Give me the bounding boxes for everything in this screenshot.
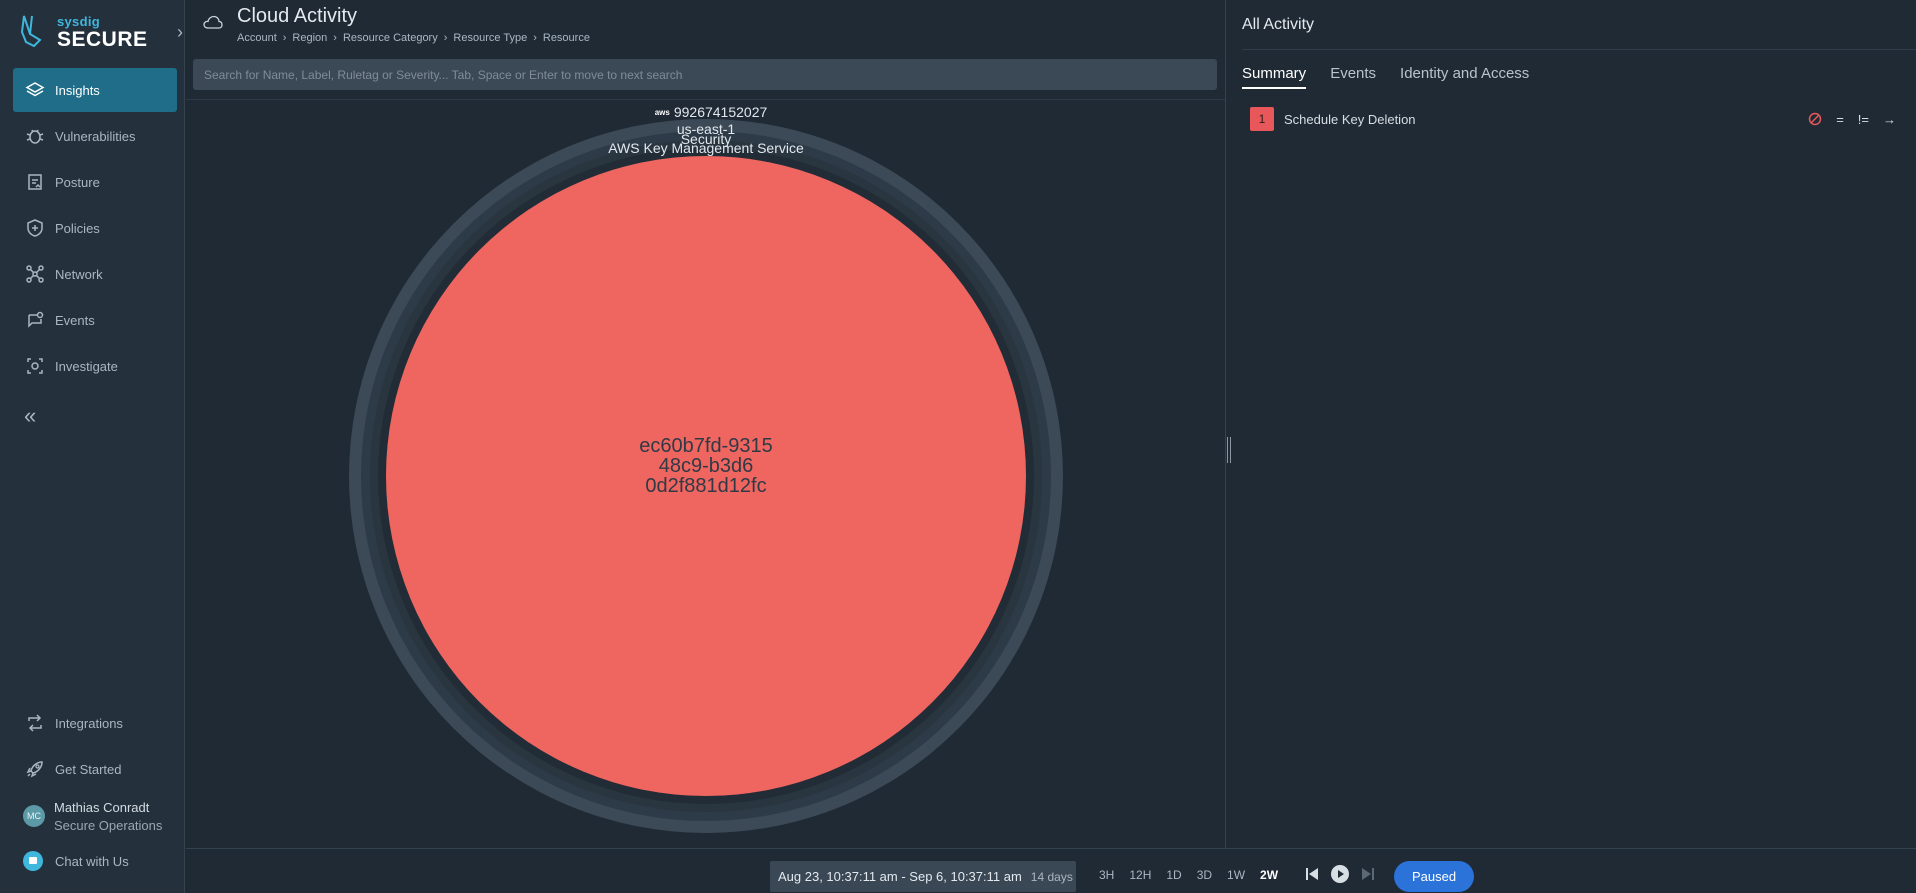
- sidebar-item-label: Posture: [55, 174, 100, 190]
- breadcrumb-account[interactable]: Account: [237, 32, 277, 44]
- sidebar-item-label: Events: [55, 312, 95, 328]
- list-item[interactable]: 1 Schedule Key Deletion = != →: [1250, 107, 1896, 131]
- bug-icon: [26, 129, 44, 144]
- skip-back-icon[interactable]: [1303, 865, 1321, 883]
- activity-panel: All Activity Summary Events Identity and…: [1226, 0, 1916, 848]
- panel-title: All Activity: [1242, 16, 1315, 33]
- account-id: 992674152027: [673, 104, 768, 120]
- sidebar-item-label: Insights: [55, 82, 100, 98]
- search-input[interactable]: [193, 59, 1217, 90]
- preset-1w[interactable]: 1W: [1227, 868, 1245, 882]
- layers-icon: [25, 82, 45, 97]
- network-icon: [26, 265, 44, 283]
- preset-3h[interactable]: 3H: [1099, 868, 1114, 882]
- filter-not-equals-button[interactable]: !=: [1858, 112, 1869, 127]
- arrow-right-icon[interactable]: →: [1883, 112, 1896, 127]
- rocket-icon: [26, 761, 43, 778]
- time-presets: 3H 12H 1D 3D 1W 2W: [1099, 868, 1293, 882]
- activity-label: Schedule Key Deletion: [1284, 111, 1416, 127]
- breadcrumb-resource[interactable]: Resource: [543, 32, 590, 44]
- ban-icon[interactable]: [1808, 112, 1822, 126]
- sidebar-bottom: Integrations Get Started MC Mathias Conr…: [13, 701, 177, 885]
- chevron-right-icon: ›: [443, 32, 448, 44]
- breadcrumb-resource-category[interactable]: Resource Category: [343, 32, 438, 44]
- preset-12h[interactable]: 12H: [1129, 868, 1151, 882]
- chevron-right-icon: ›: [282, 32, 287, 44]
- user-profile[interactable]: MC Mathias Conradt Secure Operations: [13, 793, 177, 839]
- play-icon[interactable]: [1331, 865, 1349, 883]
- refresh-icon: [28, 714, 42, 732]
- user-role: Secure Operations: [54, 817, 163, 833]
- shield-icon: [27, 219, 43, 237]
- sidebar-item-events[interactable]: Events: [13, 298, 177, 342]
- page-title: Cloud Activity: [237, 5, 358, 27]
- chevron-right-icon: ›: [533, 32, 537, 44]
- chat-with-us-button[interactable]: Chat with Us: [13, 839, 177, 883]
- chevron-right-icon: ›: [333, 32, 337, 44]
- preset-1d[interactable]: 1D: [1166, 868, 1181, 882]
- resource-line: ec60b7fd-9315: [639, 435, 773, 457]
- sidebar-item-label: Policies: [55, 220, 100, 236]
- filter-equals-button[interactable]: =: [1836, 112, 1844, 127]
- sidebar-item-get-started[interactable]: Get Started: [13, 747, 177, 791]
- sysdig-logo-icon: [20, 15, 42, 48]
- sidebar-item-policies[interactable]: Policies: [13, 206, 177, 250]
- resource-line: 0d2f881d12fc: [645, 475, 767, 497]
- account-label: aws 992674152027: [641, 104, 781, 120]
- resource-line: 48c9-b3d6: [658, 455, 754, 477]
- tab-events[interactable]: Events: [1330, 65, 1376, 89]
- sidebar-item-label: Vulnerabilities: [55, 128, 136, 144]
- brand-big: SECURE: [57, 28, 148, 51]
- user-name: Mathias Conradt: [54, 799, 150, 815]
- count-badge: 1: [1250, 107, 1274, 131]
- aws-icon: aws: [654, 107, 670, 117]
- preset-2w[interactable]: 2W: [1260, 868, 1278, 882]
- resource-label: ec60b7fd-9315 48c9-b3d6 0d2f881d12fc: [516, 436, 896, 496]
- skip-forward-icon[interactable]: [1359, 865, 1377, 883]
- service-label: AWS Key Management Service: [608, 140, 804, 156]
- sidebar-nav: Insights Vulnerabilities Posture Policie…: [13, 68, 177, 390]
- time-range-text: Aug 23, 10:37:11 am - Sep 6, 10:37:11 am: [778, 869, 1022, 884]
- panel-tabs: Summary Events Identity and Access: [1242, 65, 1553, 89]
- sidebar-item-label: Investigate: [55, 358, 118, 374]
- sidebar: sysdig SECURE › Insights Vulnerabilities…: [0, 0, 185, 893]
- avatar: MC: [23, 805, 45, 827]
- sidebar-item-investigate[interactable]: Investigate: [13, 344, 177, 388]
- brand-small: sysdig: [57, 14, 100, 29]
- sidebar-item-label: Get Started: [55, 761, 122, 777]
- breadcrumb-resource-type[interactable]: Resource Type: [453, 32, 527, 44]
- tab-identity-and-access[interactable]: Identity and Access: [1400, 65, 1529, 89]
- breadcrumb-region[interactable]: Region: [292, 32, 327, 44]
- chat-bell-icon: [28, 311, 44, 328]
- sidebar-item-label: Integrations: [55, 715, 123, 731]
- divider: [1242, 49, 1916, 50]
- sidebar-item-label: Network: [55, 266, 103, 282]
- chat-icon: [23, 851, 43, 871]
- playback-controls: [1303, 865, 1387, 883]
- chevron-right-icon[interactable]: ›: [177, 22, 183, 43]
- clipboard-icon: [28, 174, 42, 190]
- time-navigation-bar: Aug 23, 10:37:11 am - Sep 6, 10:37:11 am…: [186, 848, 1916, 893]
- main-area: Cloud Activity Account › Region › Resource…: [186, 0, 1225, 893]
- breadcrumb: Account › Region › Resource Category › Reso…: [237, 32, 590, 44]
- time-range-duration: 14 days: [1030, 869, 1073, 884]
- preset-3d[interactable]: 3D: [1197, 868, 1212, 882]
- camera-icon: [27, 358, 43, 374]
- time-range-picker[interactable]: Aug 23, 10:37:11 am - Sep 6, 10:37:11 am…: [770, 861, 1076, 892]
- collapse-sidebar-icon[interactable]: «: [24, 403, 36, 429]
- sidebar-item-network[interactable]: Network: [13, 252, 177, 296]
- sidebar-item-label: Chat with Us: [55, 853, 129, 869]
- paused-button[interactable]: Paused: [1394, 861, 1474, 892]
- sidebar-item-insights[interactable]: Insights: [13, 68, 177, 112]
- sidebar-item-vulnerabilities[interactable]: Vulnerabilities: [13, 114, 177, 158]
- sidebar-item-posture[interactable]: Posture: [13, 160, 177, 204]
- tab-summary[interactable]: Summary: [1242, 65, 1307, 89]
- cloud-icon: [203, 15, 223, 29]
- sidebar-item-integrations[interactable]: Integrations: [13, 701, 177, 745]
- sysdig-logo[interactable]: sysdig SECURE ›: [20, 12, 183, 52]
- row-actions: = != →: [1808, 107, 1896, 131]
- search-bar: [193, 59, 1217, 90]
